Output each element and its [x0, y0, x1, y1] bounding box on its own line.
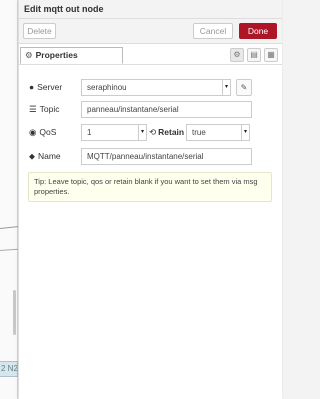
done-button[interactable]: Done [239, 23, 277, 39]
tag-icon: ⬥ [29, 151, 35, 161]
server-label: ● Server [29, 82, 62, 92]
workspace-node[interactable]: 2 N2 [0, 361, 18, 377]
server-select[interactable]: seraphinou ▾ [81, 79, 231, 96]
retain-select[interactable]: true ▾ [186, 124, 250, 141]
tabs-bar: ⚙ Properties ⚙ ▤ ▦ [19, 45, 282, 65]
server-label-text: Server [37, 82, 63, 92]
topic-label: ☰ Topic [29, 104, 59, 115]
edit-server-button[interactable]: ✎ [236, 79, 252, 96]
name-label-text: Name [37, 151, 61, 161]
description-icon[interactable]: ▤ [247, 48, 261, 62]
qos-value: 1 [87, 128, 92, 137]
qos-select[interactable]: 1 ▾ [81, 124, 147, 141]
name-row: ⬥ Name MQTT/panneau/instantane/serial [19, 148, 282, 166]
qos-label-text: QoS [39, 127, 57, 137]
edit-tray: Edit mqtt out node Delete Cancel Done ⚙ P… [19, 0, 282, 399]
history-icon: ⟲ [149, 127, 157, 137]
topic-label-text: Topic [39, 104, 60, 114]
wire [0, 226, 18, 229]
dot-circle-icon: ◉ [29, 127, 37, 137]
workspace-scrollbar[interactable] [13, 290, 16, 335]
server-value: seraphinou [87, 83, 127, 92]
qos-row: ◉ QoS 1 ▾ ⟲ Retain true ▾ [19, 124, 282, 142]
wire [0, 248, 18, 251]
topic-input[interactable]: panneau/instantane/serial [81, 101, 252, 118]
server-row: ● Server seraphinou ▾ ✎ [19, 79, 282, 97]
cancel-button[interactable]: Cancel [193, 23, 233, 39]
appearance-icon[interactable]: ▦ [264, 48, 278, 62]
workspace-canvas[interactable]: 2 N2 [0, 0, 18, 399]
delete-button[interactable]: Delete [23, 23, 56, 39]
retain-label: ⟲ Retain [149, 127, 184, 138]
pencil-icon: ✎ [240, 83, 248, 92]
gear-icon[interactable]: ⚙ [230, 48, 244, 62]
chevron-down-icon: ▾ [222, 80, 230, 95]
retain-label-text: Retain [158, 127, 185, 137]
globe-icon: ● [29, 82, 35, 92]
tab-properties-label: Properties [35, 50, 78, 60]
tray-toolbar: Delete Cancel Done [19, 19, 282, 44]
tasks-icon: ☰ [29, 104, 37, 114]
qos-label: ◉ QoS [29, 127, 56, 138]
gear-icon: ⚙ [25, 50, 33, 60]
topic-row: ☰ Topic panneau/instantane/serial [19, 101, 282, 119]
tray-title: Edit mqtt out node [19, 0, 282, 19]
tab-properties[interactable]: ⚙ Properties [20, 47, 123, 64]
name-label: ⬥ Name [29, 151, 61, 162]
chevron-down-icon: ▾ [138, 125, 146, 140]
tip-box: Tip: Leave topic, qos or retain blank if… [28, 172, 272, 202]
name-input[interactable]: MQTT/panneau/instantane/serial [81, 148, 252, 165]
retain-value: true [192, 128, 206, 137]
chevron-down-icon: ▾ [241, 125, 249, 140]
